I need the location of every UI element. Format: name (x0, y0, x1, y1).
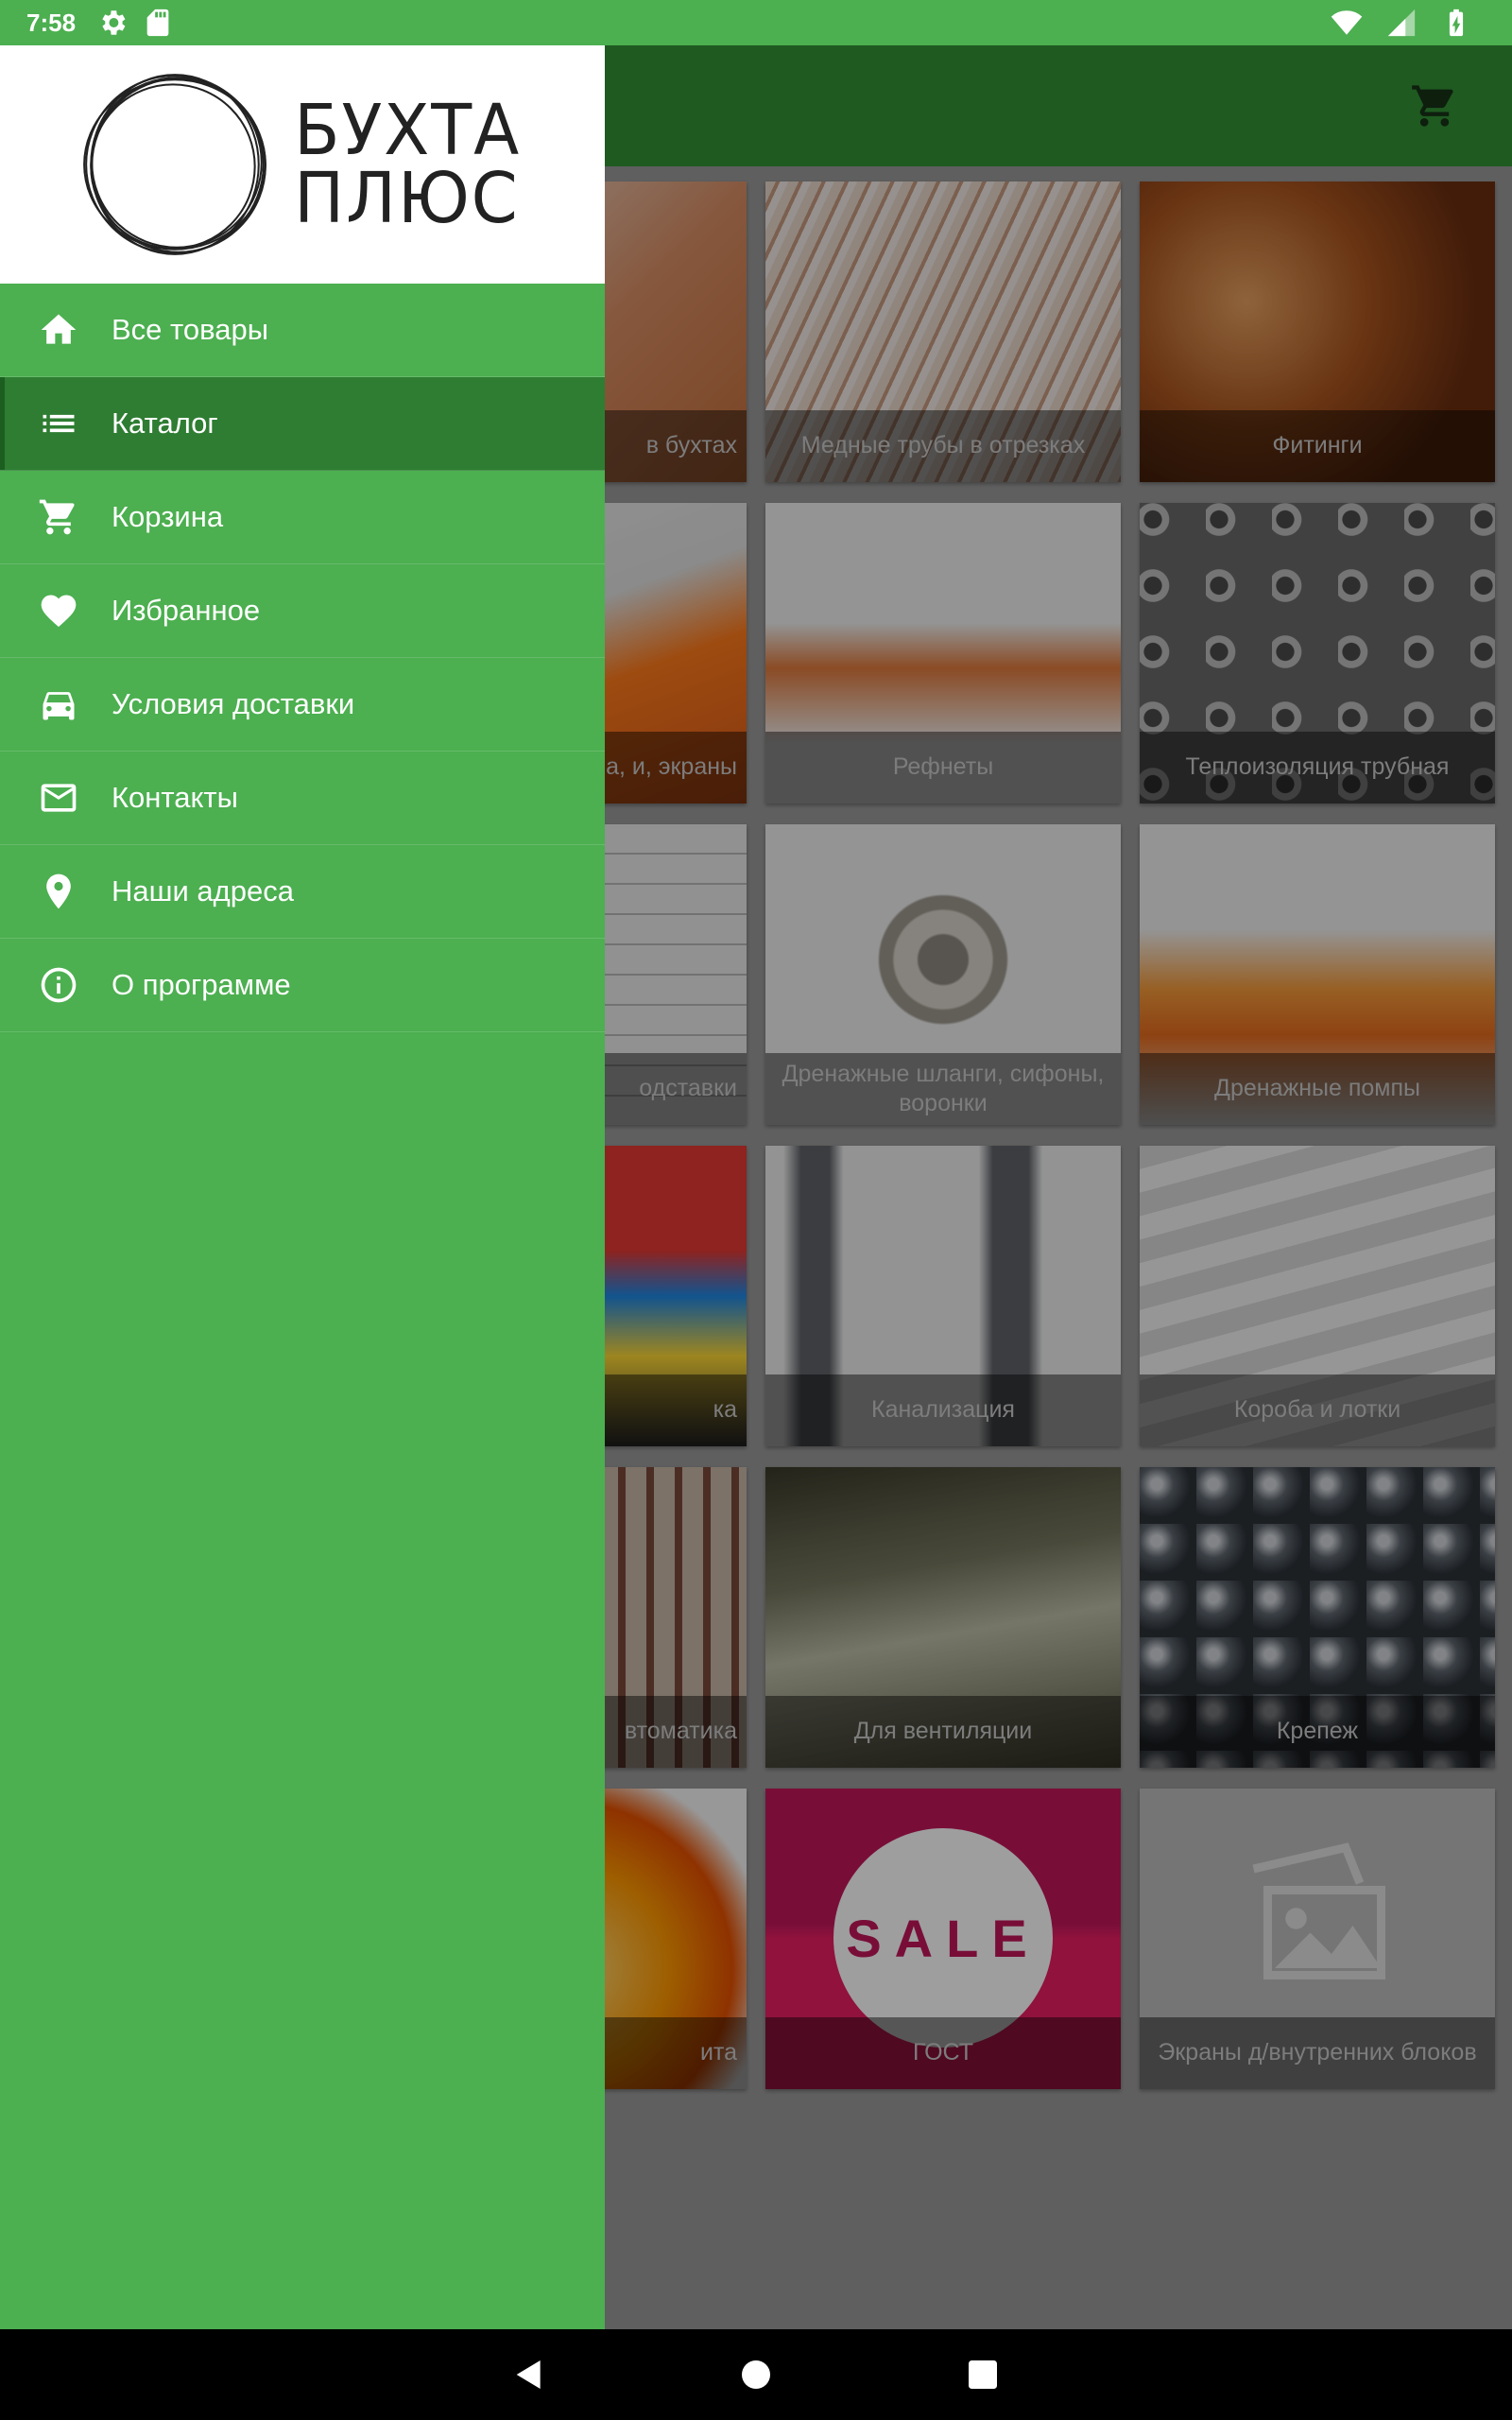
menu-item-all-products[interactable]: Все товары (0, 284, 605, 377)
tile-label: Для вентиляции (765, 1696, 1121, 1768)
menu-item-label: Условия доставки (112, 687, 355, 720)
tile-label: Теплоизоляция трубная (1140, 732, 1495, 804)
menu-item-label: Наши адреса (112, 874, 294, 908)
drawer-header: БУХТА ПЛЮС (0, 45, 605, 284)
menu-item-label: Каталог (112, 406, 218, 440)
menu-item-label: Избранное (112, 594, 261, 627)
logo-rings-icon (82, 74, 266, 255)
catalog-tile[interactable]: Экраны д/внутренних блоков (1140, 1789, 1495, 2089)
catalog-tile[interactable]: Для вентиляции (765, 1467, 1121, 1768)
tile-label: Рефнеты (765, 732, 1121, 804)
catalog-tile[interactable]: Канализация (765, 1146, 1121, 1446)
system-nav-bar (0, 2329, 1512, 2420)
menu-item-label: Все товары (112, 313, 269, 346)
tile-label: Дренажные помпы (1140, 1053, 1495, 1125)
catalog-tile[interactable]: Крепеж (1140, 1467, 1495, 1768)
catalog-tile[interactable]: Дренажные помпы (1140, 824, 1495, 1125)
menu-item-cart[interactable]: Корзина (0, 471, 605, 564)
menu-item-label: О программе (112, 968, 291, 1001)
recents-icon[interactable] (964, 2356, 1002, 2394)
logo-wordmark: БУХТА ПЛЮС (294, 90, 521, 239)
mail-icon (41, 784, 77, 812)
heart-icon (41, 595, 77, 628)
back-icon[interactable] (510, 2356, 548, 2394)
car-icon (43, 692, 75, 720)
logo-line-1: БУХТА (294, 90, 521, 171)
gear-icon (102, 10, 126, 35)
tile-label: ГОСТ (765, 2017, 1121, 2089)
drawer-menu: Все товары Каталог Корзина Избранное Усл… (0, 284, 605, 1032)
info-icon (41, 967, 77, 1003)
status-time: 7:58 (26, 8, 77, 37)
home-icon (41, 314, 77, 344)
wifi-icon (1331, 10, 1363, 35)
catalog-tile[interactable]: Теплоизоляция трубная (1140, 503, 1495, 804)
menu-item-contacts[interactable]: Контакты (0, 752, 605, 845)
tile-label: Экраны д/внутренних блоков (1140, 2017, 1495, 2089)
catalog-tile[interactable]: SALE ГОСТ (765, 1789, 1121, 2089)
catalog-tile[interactable]: Рефнеты (765, 503, 1121, 804)
brand-logo: БУХТА ПЛЮС (78, 65, 526, 264)
navigation-drawer: БУХТА ПЛЮС Все товары Каталог Корзина Из… (0, 45, 605, 2329)
catalog-tile[interactable]: Фитинги (1140, 182, 1495, 482)
tile-label: Крепеж (1140, 1696, 1495, 1768)
location-pin-icon (46, 873, 71, 909)
home-nav-icon[interactable] (737, 2356, 775, 2394)
catalog-tile[interactable]: Медные трубы в отрезках (765, 182, 1121, 482)
tile-label: Фитинги (1140, 410, 1495, 482)
battery-charging-icon (1449, 9, 1464, 37)
menu-item-addresses[interactable]: Наши адреса (0, 845, 605, 939)
catalog-tile[interactable]: Дренажные шланги, сифоны, воронки (765, 824, 1121, 1125)
tile-label: Канализация (765, 1374, 1121, 1446)
menu-item-delivery[interactable]: Условия доставки (0, 658, 605, 752)
signal-icon (1387, 9, 1416, 37)
tile-label: Дренажные шланги, сифоны, воронки (765, 1053, 1121, 1125)
image-placeholder-icon (1252, 1842, 1385, 1979)
tile-label: Медные трубы в отрезках (765, 410, 1121, 482)
menu-item-catalog[interactable]: Каталог (0, 377, 605, 471)
logo-line-2: ПЛЮС (294, 158, 520, 239)
tile-label: Короба и лотки (1140, 1374, 1495, 1446)
menu-item-favorites[interactable]: Избранное (0, 564, 605, 658)
cart-icon[interactable] (1410, 81, 1459, 130)
menu-item-about[interactable]: О программе (0, 939, 605, 1032)
catalog-tile[interactable]: Короба и лотки (1140, 1146, 1495, 1446)
menu-item-label: Контакты (112, 781, 238, 814)
sale-text: SALE (846, 1908, 1040, 1968)
sale-circle: SALE (833, 1828, 1053, 2048)
menu-item-label: Корзина (112, 500, 224, 533)
cart-icon (39, 499, 75, 535)
list-icon (43, 414, 75, 433)
status-bar: 7:58 (0, 0, 1512, 45)
sd-card-icon (146, 9, 169, 37)
